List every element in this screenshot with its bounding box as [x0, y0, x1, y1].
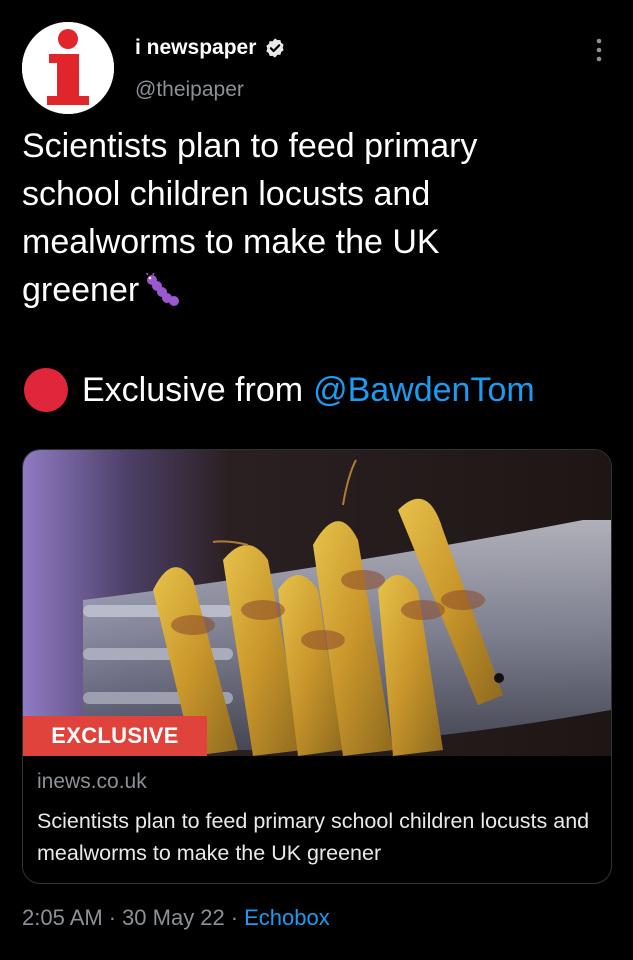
tweet-text: Scientists plan to feed primary school c… — [22, 122, 612, 314]
locusts-on-fork-photo — [23, 450, 611, 756]
card-title: Scientists plan to feed primary school c… — [37, 809, 590, 865]
meta-separator: · — [108, 905, 117, 930]
link-card[interactable]: EXCLUSIVE inews.co.uk Scientists plan to… — [22, 449, 612, 884]
card-image: EXCLUSIVE — [23, 450, 611, 756]
exclusive-prefix: Exclusive from — [82, 370, 304, 409]
account-avatar[interactable]: i — [22, 22, 114, 114]
exclusive-line: Exclusive from @BawdenTom — [22, 368, 535, 412]
tweet-meta: 2:05 AM · 30 May 22 · Echobox — [22, 905, 330, 931]
meta-separator: · — [230, 905, 239, 930]
tweet-source[interactable]: Echobox — [244, 905, 330, 931]
more-options-icon[interactable] — [588, 36, 610, 64]
i-logo-icon — [22, 22, 114, 114]
exclusive-badge: EXCLUSIVE — [23, 716, 207, 756]
card-domain: inews.co.uk — [37, 770, 147, 793]
tweet-date[interactable]: 30 May 22 — [122, 905, 225, 931]
account-name-row: i newspaper — [135, 36, 286, 60]
verified-badge-icon — [266, 38, 285, 58]
tweet-time[interactable]: 2:05 AM — [22, 905, 103, 931]
account-name[interactable]: i newspaper — [135, 36, 256, 60]
account-handle[interactable]: @theipaper — [135, 78, 244, 102]
tweet-body: Scientists plan to feed primary school c… — [22, 127, 478, 309]
red-circle-icon — [24, 368, 68, 412]
caterpillar-icon — [145, 273, 180, 306]
mention-link[interactable]: @BawdenTom — [313, 371, 535, 410]
